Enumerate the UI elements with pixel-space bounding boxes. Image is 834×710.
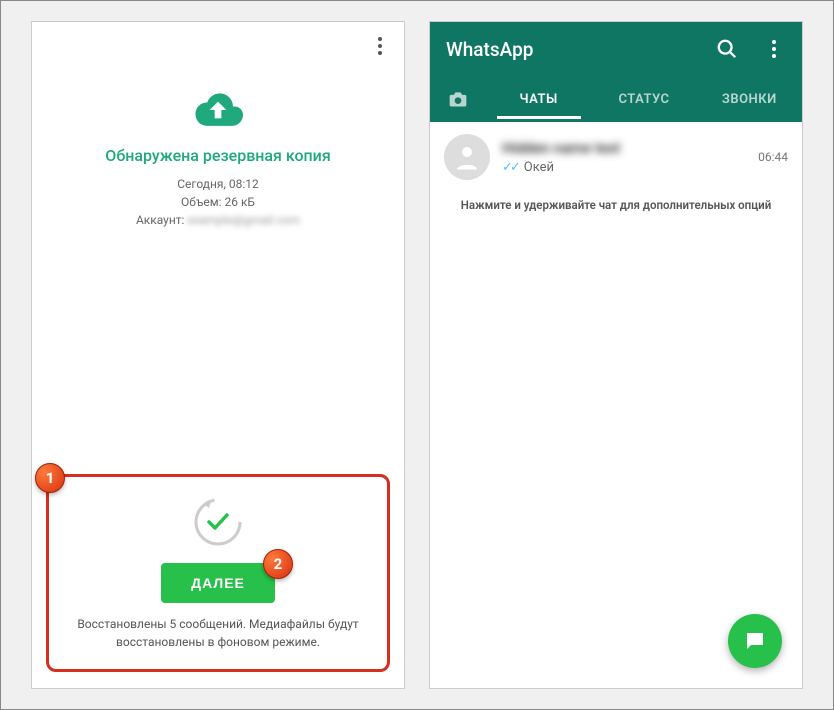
backup-restore-screen: Обнаружена резервная копия Сегодня, 08:1… xyxy=(31,21,405,689)
tab-chats[interactable]: ЧАТЫ xyxy=(486,92,591,107)
restore-status-text: Восстановлены 5 сообщений. Медиафайлы бу… xyxy=(61,615,375,651)
camera-tab-icon[interactable] xyxy=(430,90,486,108)
backup-title: Обнаружена резервная копия xyxy=(42,146,394,165)
avatar-icon xyxy=(444,134,490,180)
more-options-icon[interactable] xyxy=(368,34,392,58)
restore-complete-panel: 1 ДАЛЕЕ 2 Восстановлены 5 сообщений. Мед… xyxy=(46,474,390,672)
tab-calls[interactable]: ЗВОНКИ xyxy=(697,92,802,107)
whatsapp-header: WhatsApp ЧА xyxy=(430,22,802,122)
new-chat-fab[interactable] xyxy=(728,614,782,668)
annotation-badge-2: 2 xyxy=(263,549,293,579)
backup-account: Аккаунт: example@gmail.com xyxy=(42,211,394,229)
search-icon[interactable] xyxy=(716,38,738,60)
annotation-badge-1: 1 xyxy=(35,463,65,493)
top-bar xyxy=(32,22,404,70)
chat-time: 06:44 xyxy=(758,150,788,164)
backup-found-section: Обнаружена резервная копия Сегодня, 08:1… xyxy=(32,70,404,229)
chat-list-item[interactable]: Hidden name text ✓✓ Окей 06:44 xyxy=(430,122,802,192)
chat-last-message: ✓✓ Окей xyxy=(502,160,746,175)
chat-name: Hidden name text xyxy=(502,139,746,157)
restore-check-icon xyxy=(191,495,245,549)
backup-size: Объем: 26 кБ xyxy=(42,193,394,211)
tabs-bar: ЧАТЫ СТАТУС ЗВОНКИ xyxy=(430,76,802,122)
next-button[interactable]: ДАЛЕЕ xyxy=(161,563,275,603)
hold-hint-text: Нажмите и удерживайте чат для дополнител… xyxy=(430,192,802,218)
cloud-upload-icon xyxy=(190,90,246,130)
whatsapp-main-screen: WhatsApp ЧА xyxy=(429,21,803,689)
chat-icon xyxy=(743,629,767,653)
app-title: WhatsApp xyxy=(446,38,716,61)
read-ticks-icon: ✓✓ xyxy=(502,160,518,175)
tab-status[interactable]: СТАТУС xyxy=(591,92,696,107)
more-options-icon[interactable] xyxy=(762,37,786,61)
backup-date: Сегодня, 08:12 xyxy=(42,175,394,193)
